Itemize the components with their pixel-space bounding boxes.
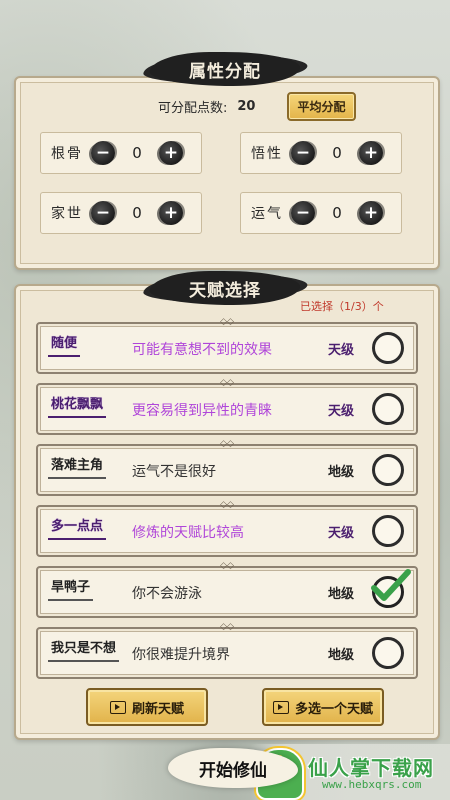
select-circle[interactable]: [372, 515, 404, 547]
points-value: 20: [237, 99, 256, 114]
attribute-yunqi: 运气 − 0 +: [240, 192, 402, 234]
select-circle[interactable]: [372, 637, 404, 669]
talent-row-suibian[interactable]: ◇◇ 随便 可能有意想不到的效果 天级: [36, 318, 418, 374]
points-row: 可分配点数: 20 平均分配: [158, 92, 356, 121]
talent-name: 我只是不想: [48, 636, 120, 662]
talent-description: 你很难提升境界: [132, 647, 230, 663]
select-circle[interactable]: [372, 393, 404, 425]
attribute-value: 0: [132, 204, 142, 222]
talent-row-luonan[interactable]: ◇◇ 落难主角 运气不是很好 地级: [36, 440, 418, 496]
attribute-jiashi: 家世 − 0 +: [40, 192, 202, 234]
knot-ornament: ◇◇: [220, 378, 234, 388]
refresh-talents-label: 刷新天赋: [131, 701, 184, 717]
attribute-label: 运气: [251, 206, 283, 222]
talent-grade: 天级: [328, 343, 355, 358]
start-cultivation-button[interactable]: 开始修仙: [168, 748, 298, 788]
knot-ornament: ◇◇: [220, 439, 234, 449]
attribute-gengu: 根骨 − 0 +: [40, 132, 202, 174]
talent-panel-title: 天赋选择: [150, 271, 300, 305]
knot-ornament: ◇◇: [220, 561, 234, 571]
attribute-value: 0: [332, 144, 342, 162]
attribute-label: 悟性: [251, 146, 283, 162]
attribute-value: 0: [132, 144, 142, 162]
talent-name: 落难主角: [48, 453, 107, 479]
increase-gengu-button[interactable]: +: [159, 141, 183, 165]
extra-talent-button[interactable]: 多选一个天赋: [262, 688, 384, 726]
auto-distribute-button[interactable]: 平均分配: [287, 92, 356, 121]
refresh-talents-button[interactable]: 刷新天赋: [86, 688, 208, 726]
knot-ornament: ◇◇: [220, 622, 234, 632]
attribute-label: 根骨: [51, 146, 83, 162]
talent-description: 运气不是很好: [132, 464, 216, 480]
select-circle[interactable]: [372, 454, 404, 486]
talent-description: 更容易得到异性的青睐: [132, 403, 272, 419]
points-label: 可分配点数:: [158, 101, 228, 116]
increase-jiashi-button[interactable]: +: [159, 201, 183, 225]
talent-name: 桃花飘飘: [48, 392, 107, 418]
increase-yunqi-button[interactable]: +: [359, 201, 383, 225]
watermark-name: 仙人掌下载网: [308, 756, 434, 780]
video-ad-icon: [272, 700, 289, 714]
talent-row-duoyidian[interactable]: ◇◇ 多一点点 修炼的天赋比较高 天级: [36, 501, 418, 557]
knot-ornament: ◇◇: [220, 317, 234, 327]
attribute-panel-title: 属性分配: [150, 52, 300, 86]
attribute-label: 家世: [51, 206, 83, 222]
talent-grade: 地级: [328, 465, 355, 480]
talent-description: 你不会游泳: [132, 586, 202, 602]
talent-row-taohua[interactable]: ◇◇ 桃花飘飘 更容易得到异性的青睐 天级: [36, 379, 418, 435]
talent-description: 修炼的天赋比较高: [132, 525, 244, 541]
selected-count: 已选择（1/3）个: [300, 300, 384, 313]
video-ad-icon: [109, 700, 126, 714]
select-circle[interactable]: [372, 332, 404, 364]
watermark-url: www.hebxqrs.com: [322, 778, 422, 791]
talent-grade: 天级: [328, 526, 355, 541]
knot-ornament: ◇◇: [220, 500, 234, 510]
decrease-gengu-button[interactable]: −: [91, 141, 115, 165]
decrease-wuxing-button[interactable]: −: [291, 141, 315, 165]
talent-grade: 地级: [328, 648, 355, 663]
talent-row-buxiang[interactable]: ◇◇ 我只是不想 你很难提升境界 地级: [36, 623, 418, 679]
increase-wuxing-button[interactable]: +: [359, 141, 383, 165]
talent-row-hanyazi[interactable]: ◇◇ 旱鸭子 你不会游泳 地级: [36, 562, 418, 618]
extra-talent-label: 多选一个天赋: [294, 701, 373, 717]
talent-name: 随便: [48, 331, 81, 357]
checkmark-icon: [371, 569, 411, 601]
talent-name: 多一点点: [48, 514, 107, 540]
decrease-jiashi-button[interactable]: −: [91, 201, 115, 225]
attribute-value: 0: [332, 204, 342, 222]
talent-grade: 地级: [328, 587, 355, 602]
talent-description: 可能有意想不到的效果: [132, 342, 272, 358]
talent-grade: 天级: [328, 404, 355, 419]
talent-name: 旱鸭子: [48, 575, 94, 601]
decrease-yunqi-button[interactable]: −: [291, 201, 315, 225]
attribute-wuxing: 悟性 − 0 +: [240, 132, 402, 174]
